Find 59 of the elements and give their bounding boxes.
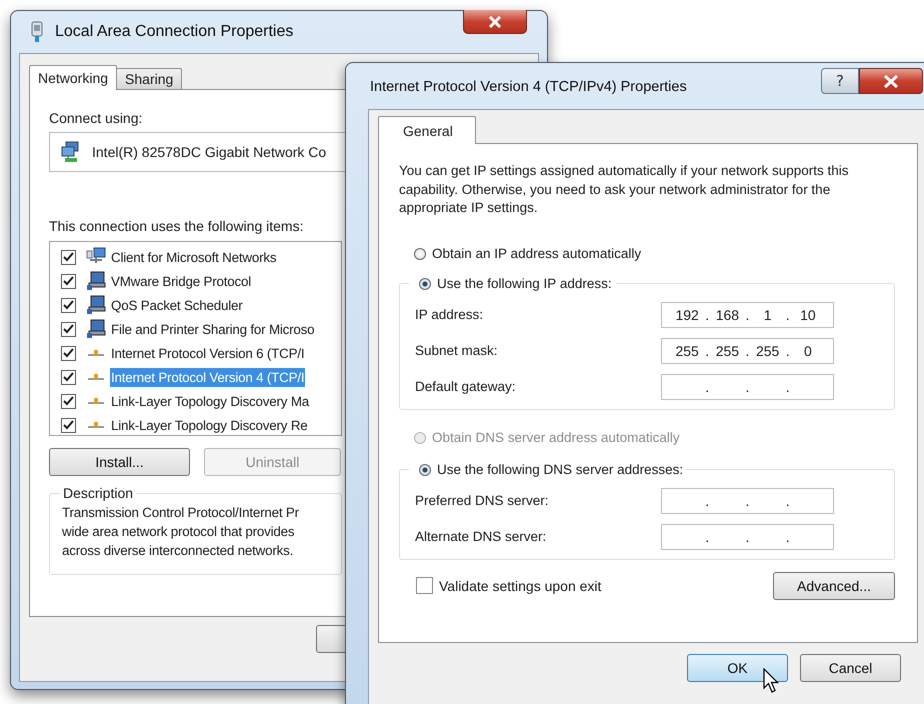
dialog-button[interactable]: Install... bbox=[49, 448, 190, 476]
mouse-pointer-icon bbox=[763, 668, 779, 694]
dialog-button[interactable]: OK bbox=[687, 654, 788, 682]
tab[interactable]: General bbox=[378, 116, 476, 144]
field-label: Subnet mask: bbox=[415, 343, 498, 358]
computer-icon bbox=[86, 295, 106, 315]
radio-label[interactable]: Use the following DNS server addresses: bbox=[437, 462, 684, 477]
radio-button[interactable] bbox=[414, 248, 426, 260]
dialog-button[interactable]: Cancel bbox=[800, 654, 901, 682]
checkbox[interactable] bbox=[61, 250, 76, 264]
tab[interactable]: Sharing bbox=[116, 68, 182, 89]
connect-using-label: Connect using: bbox=[49, 110, 144, 126]
checkbox[interactable] bbox=[416, 577, 433, 594]
checkbox[interactable] bbox=[61, 322, 76, 336]
description-text: Transmission Control Protocol/Internet Pr bbox=[62, 504, 300, 522]
list-item[interactable]: Link-Layer Topology Discovery Ma bbox=[110, 392, 310, 410]
ip-address-field[interactable]: . . . bbox=[661, 374, 834, 400]
list-item[interactable]: VMware Bridge Protocol bbox=[110, 272, 252, 290]
computer-icon bbox=[86, 271, 106, 291]
list-item[interactable]: File and Printer Sharing for Microso bbox=[110, 320, 316, 338]
radio-button[interactable] bbox=[419, 464, 431, 476]
help-button[interactable]: ? bbox=[821, 68, 859, 94]
description-legend: Description bbox=[60, 485, 136, 501]
close-icon bbox=[488, 16, 502, 28]
radio-label[interactable]: Use the following IP address: bbox=[437, 276, 612, 291]
ip-address-field[interactable]: 255 . 255 . 255 . 0 bbox=[661, 338, 834, 364]
close-button[interactable] bbox=[859, 68, 923, 94]
list-item[interactable]: Internet Protocol Version 6 (TCP/I bbox=[110, 344, 306, 362]
ip-address-field[interactable]: . . . bbox=[661, 488, 834, 514]
list-item[interactable]: QoS Packet Scheduler bbox=[110, 296, 244, 314]
radio-label[interactable]: Obtain an IP address automatically bbox=[432, 246, 642, 261]
checkbox[interactable] bbox=[61, 418, 76, 432]
list-item[interactable]: Client for Microsoft Networks bbox=[110, 248, 278, 266]
network-adapter-icon bbox=[31, 21, 43, 43]
computer-icon bbox=[86, 319, 106, 339]
checkbox-label[interactable]: Validate settings upon exit bbox=[439, 578, 602, 594]
checkbox[interactable] bbox=[61, 370, 76, 384]
radio-button[interactable] bbox=[419, 278, 431, 290]
description-text: wide area network protocol that provides bbox=[62, 523, 296, 541]
field-label: Alternate DNS server: bbox=[415, 529, 546, 544]
close-icon bbox=[883, 74, 899, 88]
checkbox[interactable] bbox=[61, 274, 76, 288]
ip-address-field[interactable]: 192 . 168 . 1 . 10 bbox=[661, 302, 834, 328]
tab[interactable]: Networking bbox=[29, 65, 118, 90]
close-button[interactable] bbox=[463, 10, 527, 34]
intro-text: You can get IP settings assigned automatically if your network supports this capability. Otherwise, you need to ask your network administrator for the appropriate IP settings. bbox=[399, 162, 850, 217]
advanced-button[interactable]: Advanced... bbox=[773, 572, 895, 600]
window-title: Local Area Connection Properties bbox=[55, 23, 294, 41]
window-title: Internet Protocol Version 4 (TCP/IPv4) Properties bbox=[370, 79, 687, 95]
field-label: IP address: bbox=[415, 307, 484, 322]
field-label: Preferred DNS server: bbox=[415, 493, 549, 508]
list-item[interactable]: Link-Layer Topology Discovery Re bbox=[110, 416, 309, 434]
checkbox[interactable] bbox=[61, 346, 76, 360]
description-text: across diverse interconnected networks. bbox=[62, 542, 294, 560]
checkbox[interactable] bbox=[61, 298, 76, 312]
items-label: This connection uses the following items: bbox=[49, 218, 304, 234]
checkbox[interactable] bbox=[61, 394, 76, 408]
field-label: Default gateway: bbox=[415, 379, 516, 394]
ip-address-field[interactable]: . . . bbox=[661, 524, 834, 550]
